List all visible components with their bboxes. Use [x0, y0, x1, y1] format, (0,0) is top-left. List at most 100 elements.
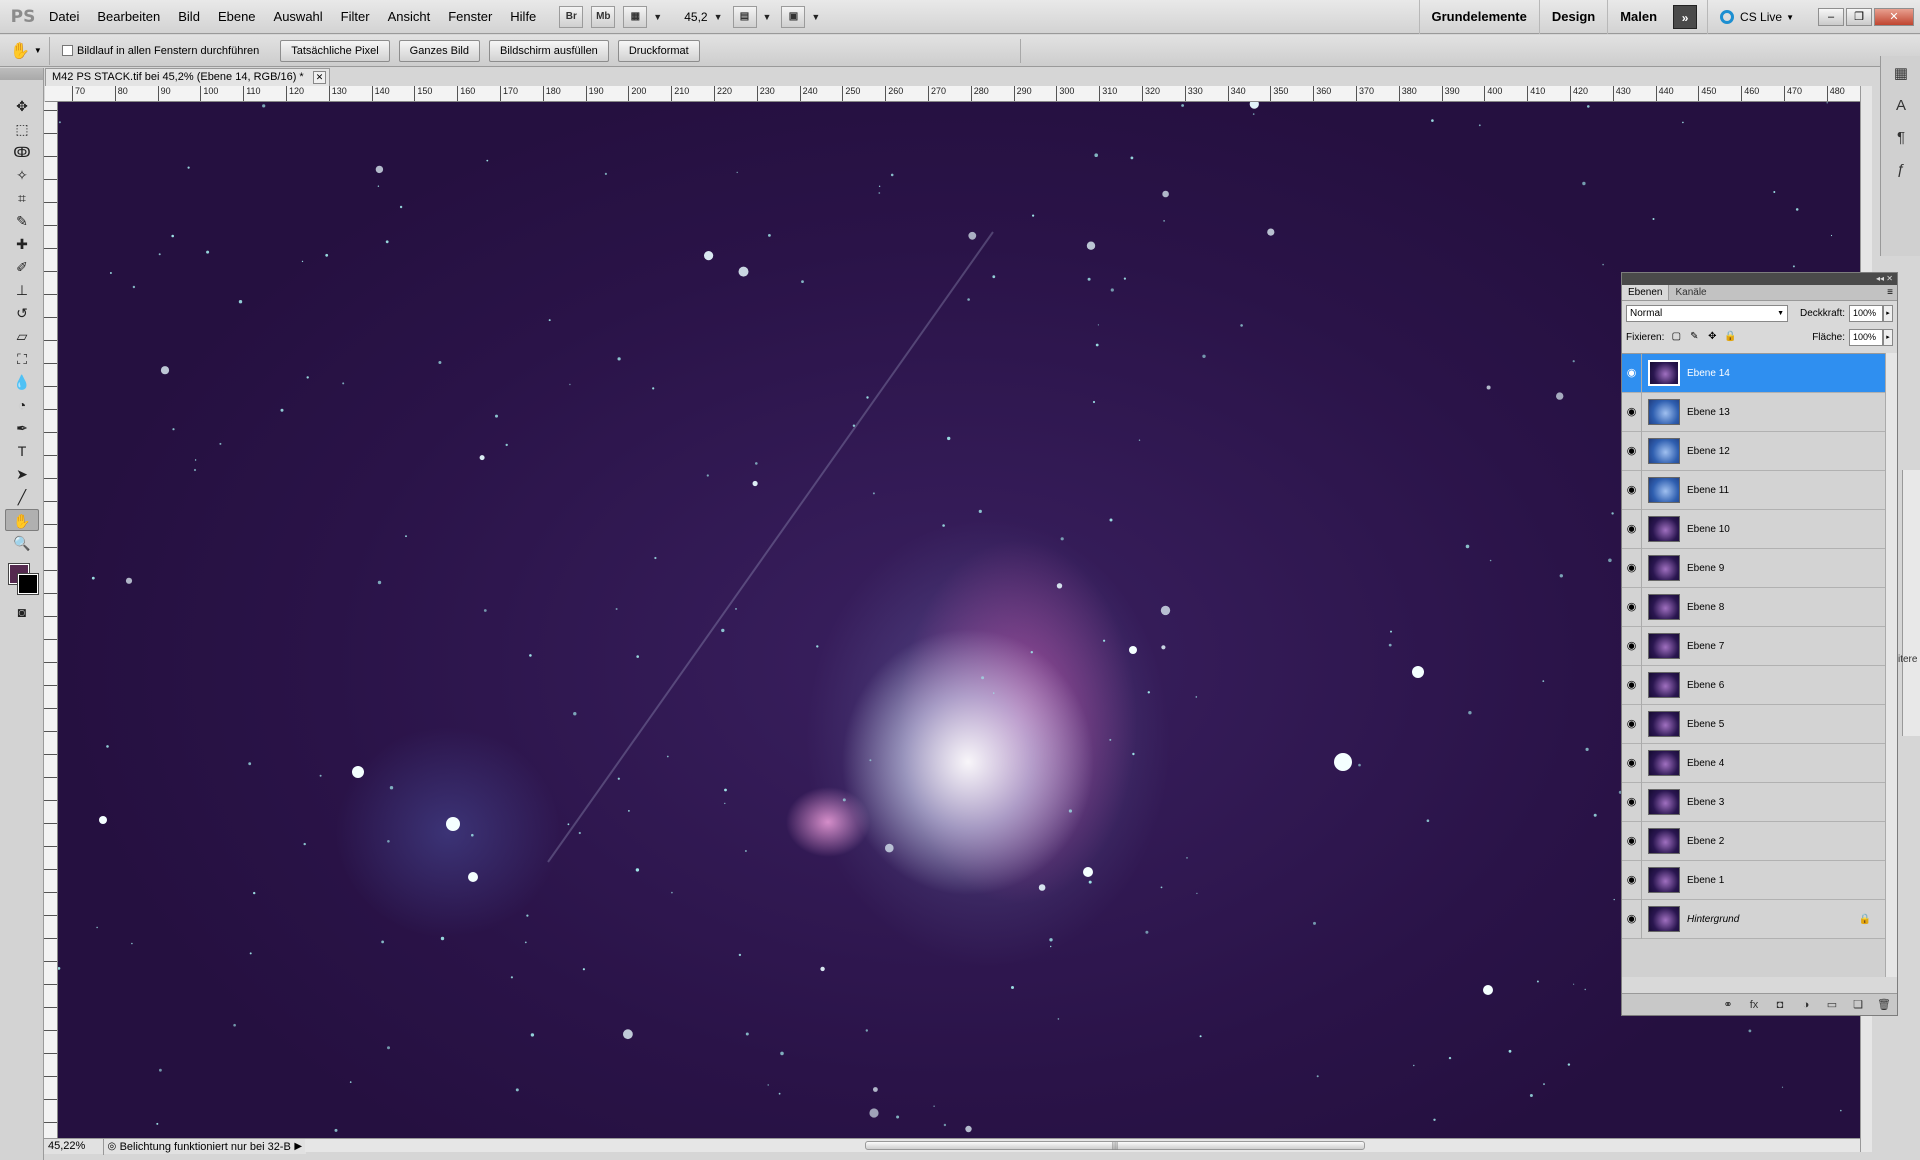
eyedropper-tool-icon[interactable]: ✎	[5, 210, 39, 232]
chevron-down-icon[interactable]: ▼	[653, 12, 662, 22]
tool-preset-picker[interactable]: ✋ ▼	[10, 36, 50, 65]
view-extras-button[interactable]: ▦	[623, 5, 648, 28]
close-button[interactable]: ✕	[1874, 8, 1914, 26]
zoom-tool-icon[interactable]: 🔍	[5, 532, 39, 554]
arrange-documents-button[interactable]: ▤	[732, 5, 757, 28]
panel-grip[interactable]	[0, 68, 43, 80]
minibridge-button[interactable]: Mb	[591, 5, 616, 28]
tab-layers[interactable]: Ebenen	[1622, 285, 1670, 300]
layer-mask-icon[interactable]: ◘	[1767, 999, 1793, 1011]
bridge-button[interactable]: Br	[559, 5, 584, 28]
quick-mask-icon[interactable]: ◙	[5, 601, 39, 623]
pen-tool-icon[interactable]: ✒	[5, 417, 39, 439]
visibility-eye-icon[interactable]: ◉	[1622, 782, 1642, 822]
link-layers-icon[interactable]: ⚭	[1715, 998, 1741, 1011]
move-tool-icon[interactable]: ✥	[5, 95, 39, 117]
visibility-eye-icon[interactable]: ◉	[1622, 743, 1642, 783]
tab-channels[interactable]: Kanäle	[1669, 285, 1712, 300]
visibility-eye-icon[interactable]: ◉	[1622, 353, 1642, 393]
checkbox-box[interactable]	[62, 45, 73, 56]
chevron-down-icon[interactable]: ▼	[714, 12, 723, 22]
layer-row[interactable]: ◉ Ebene 8	[1622, 587, 1885, 627]
type-tool-icon[interactable]: T	[5, 440, 39, 462]
lock-all-icon[interactable]: 🔒	[1724, 331, 1736, 343]
layer-row[interactable]: ◉ Ebene 10	[1622, 509, 1885, 549]
lock-transparency-icon[interactable]: ▢	[1670, 331, 1682, 343]
layer-row[interactable]: ◉ Ebene 13	[1622, 392, 1885, 432]
menu-filter[interactable]: Filter	[332, 0, 379, 34]
line-tool-icon[interactable]: ╱	[5, 486, 39, 508]
blend-mode-select[interactable]: Normal	[1626, 304, 1788, 322]
chevron-down-icon[interactable]: ▼	[763, 12, 772, 22]
menu-ansicht[interactable]: Ansicht	[379, 0, 440, 34]
actual-pixels-button[interactable]: Tatsächliche Pixel	[280, 39, 390, 62]
crop-tool-icon[interactable]: ⌗	[5, 187, 39, 209]
workspace-design[interactable]: Design	[1538, 0, 1607, 34]
fill-slider-button[interactable]: ▸	[1883, 328, 1893, 346]
visibility-eye-icon[interactable]: ◉	[1622, 704, 1642, 744]
visibility-eye-icon[interactable]: ◉	[1622, 860, 1642, 900]
close-tab-icon[interactable]: ✕	[313, 71, 326, 84]
paragraph-icon[interactable]: ¶	[1887, 124, 1915, 152]
blur-tool-icon[interactable]: 💧	[5, 371, 39, 393]
visibility-eye-icon[interactable]: ◉	[1622, 899, 1642, 939]
layer-row[interactable]: ◉ Ebene 12	[1622, 431, 1885, 471]
workspace-essentials[interactable]: Grundelemente	[1418, 0, 1539, 34]
visibility-eye-icon[interactable]: ◉	[1622, 509, 1642, 549]
horizontal-ruler[interactable]: 70 80 90 100 110 120 130 140 150 160 170 180 190 200 2…	[45, 86, 1860, 102]
quick-selection-tool-icon[interactable]: ✧	[5, 164, 39, 186]
paint-bucket-tool-icon[interactable]: ⛶	[5, 348, 39, 370]
layer-row[interactable]: ◉ Hintergrund 🔒	[1622, 899, 1885, 939]
menu-datei[interactable]: Datei	[40, 0, 88, 34]
opacity-slider-button[interactable]: ▸	[1883, 304, 1893, 322]
lock-position-icon[interactable]: ✥	[1706, 331, 1718, 343]
adjustment-layer-icon[interactable]: ◑	[1793, 999, 1819, 1011]
document-canvas[interactable]	[58, 102, 1860, 1138]
layer-row[interactable]: ◉ Ebene 2	[1622, 821, 1885, 861]
scroll-all-windows-checkbox[interactable]: Bildlauf in allen Fenstern durchführen	[62, 45, 259, 57]
workspace-painting[interactable]: Malen	[1607, 0, 1669, 34]
fill-input[interactable]: 100%	[1849, 328, 1883, 346]
menu-bild[interactable]: Bild	[169, 0, 209, 34]
cs-live-menu[interactable]: CS Live ▼	[1707, 0, 1806, 34]
layer-row[interactable]: ◉ Ebene 1	[1622, 860, 1885, 900]
path-selection-tool-icon[interactable]: ➤	[5, 463, 39, 485]
zoom-level[interactable]: 45,2	[684, 10, 707, 24]
trash-icon[interactable]: 🗑	[1871, 998, 1897, 1011]
collapsed-panel[interactable]	[1902, 470, 1920, 736]
document-tab[interactable]: M42 PS STACK.tif bei 45,2% (Ebene 14, RG…	[45, 68, 330, 86]
zoom-field[interactable]: 45,22%	[44, 1138, 105, 1155]
background-color-swatch[interactable]	[17, 573, 39, 595]
eraser-tool-icon[interactable]: ▱	[5, 325, 39, 347]
layer-row[interactable]: ◉ Ebene 5	[1622, 704, 1885, 744]
menu-fenster[interactable]: Fenster	[439, 0, 501, 34]
menu-ebene[interactable]: Ebene	[209, 0, 265, 34]
horizontal-scrollbar[interactable]: |||	[305, 1138, 1860, 1152]
visibility-eye-icon[interactable]: ◉	[1622, 392, 1642, 432]
layer-row[interactable]: ◉ Ebene 6	[1622, 665, 1885, 705]
visibility-eye-icon[interactable]: ◉	[1622, 431, 1642, 471]
print-size-button[interactable]: Druckformat	[617, 39, 700, 62]
layers-scrollbar[interactable]	[1885, 353, 1897, 977]
layer-row[interactable]: ◉ Ebene 14	[1622, 353, 1885, 393]
menu-hilfe[interactable]: Hilfe	[501, 0, 545, 34]
clone-stamp-tool-icon[interactable]: ⊥	[5, 279, 39, 301]
layer-row[interactable]: ◉ Ebene 3	[1622, 782, 1885, 822]
layer-style-icon[interactable]: fx	[1741, 999, 1767, 1011]
styles-icon[interactable]: ƒ	[1887, 156, 1915, 184]
history-brush-tool-icon[interactable]: ↺	[5, 302, 39, 324]
fit-screen-button[interactable]: Ganzes Bild	[398, 39, 480, 62]
group-icon[interactable]: ▭	[1819, 998, 1845, 1011]
layer-row[interactable]: ◉ Ebene 9	[1622, 548, 1885, 588]
layer-row[interactable]: ◉ Ebene 7	[1622, 626, 1885, 666]
scrollbar-thumb[interactable]: |||	[865, 1141, 1365, 1150]
visibility-eye-icon[interactable]: ◉	[1622, 470, 1642, 510]
marquee-tool-icon[interactable]: ⬚	[5, 118, 39, 140]
character-icon[interactable]: A	[1887, 92, 1915, 120]
lock-pixels-icon[interactable]: ✎	[1688, 331, 1700, 343]
visibility-eye-icon[interactable]: ◉	[1622, 665, 1642, 705]
chevron-down-icon[interactable]: ▼	[811, 12, 820, 22]
new-layer-icon[interactable]: ❏	[1845, 998, 1871, 1011]
fill-screen-button[interactable]: Bildschirm ausfüllen	[488, 39, 609, 62]
visibility-eye-icon[interactable]: ◉	[1622, 548, 1642, 588]
